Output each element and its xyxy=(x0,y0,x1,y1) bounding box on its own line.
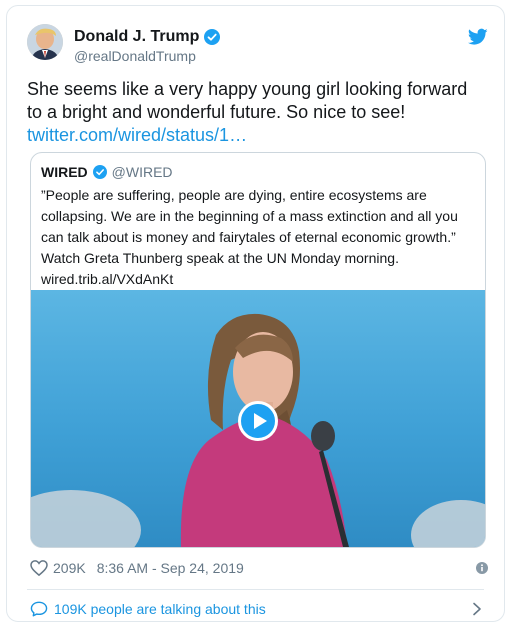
timestamp[interactable]: 8:36 AM - Sep 24, 2019 xyxy=(97,560,244,576)
avatar-portrait-icon xyxy=(27,24,63,60)
like-count[interactable]: 209K xyxy=(53,560,86,576)
chevron-right-icon[interactable] xyxy=(472,602,482,616)
quoted-tweet[interactable]: WIRED @WIRED ”People are suffering, peop… xyxy=(30,152,486,548)
conversation-link[interactable]: 109K people are talking about this xyxy=(30,599,266,619)
conversation-count[interactable]: 109K people are talking about this xyxy=(54,601,266,617)
speech-bubble-icon xyxy=(30,601,48,617)
author-name-row[interactable]: Donald J. Trump xyxy=(74,27,221,47)
quoted-author-name: WIRED xyxy=(41,164,88,180)
author-name[interactable]: Donald J. Trump xyxy=(74,28,199,46)
quoted-tweet-header: WIRED @WIRED xyxy=(41,163,173,181)
quoted-text-line: ”People are suffering, people are dying,… xyxy=(41,187,427,203)
tweet-text: She seems like a very happy young girl l… xyxy=(27,79,468,122)
info-icon[interactable] xyxy=(476,562,488,574)
tweet-card: Donald J. Trump @realDonaldTrump She see… xyxy=(6,5,505,622)
quoted-text-line: Watch Greta Thunberg speak at the UN Mon… xyxy=(41,250,399,266)
play-button[interactable] xyxy=(238,401,278,441)
divider xyxy=(27,589,484,590)
quoted-text-line: can talk about is money and fairytales o… xyxy=(41,229,456,245)
tweet-body: She seems like a very happy young girl l… xyxy=(27,78,487,147)
quoted-tweet-text: ”People are suffering, people are dying,… xyxy=(41,185,473,290)
verified-badge-icon xyxy=(92,165,107,179)
author-handle[interactable]: @realDonaldTrump xyxy=(74,48,196,64)
avatar[interactable] xyxy=(27,24,63,60)
tweet-link[interactable]: twitter.com/wired/status/1… xyxy=(27,124,487,147)
quoted-link[interactable]: wired.trib.al/VXdAnKt xyxy=(41,269,473,290)
verified-badge-icon xyxy=(204,29,221,45)
tweet-meta: 209K 8:36 AM - Sep 24, 2019 xyxy=(30,558,244,578)
video-player[interactable] xyxy=(31,290,485,547)
quoted-author-handle: @WIRED xyxy=(111,164,173,180)
quoted-text-line: collapsing. We are in the beginning of a… xyxy=(41,208,458,224)
twitter-bird-icon[interactable] xyxy=(468,28,488,46)
heart-icon[interactable] xyxy=(30,560,48,576)
